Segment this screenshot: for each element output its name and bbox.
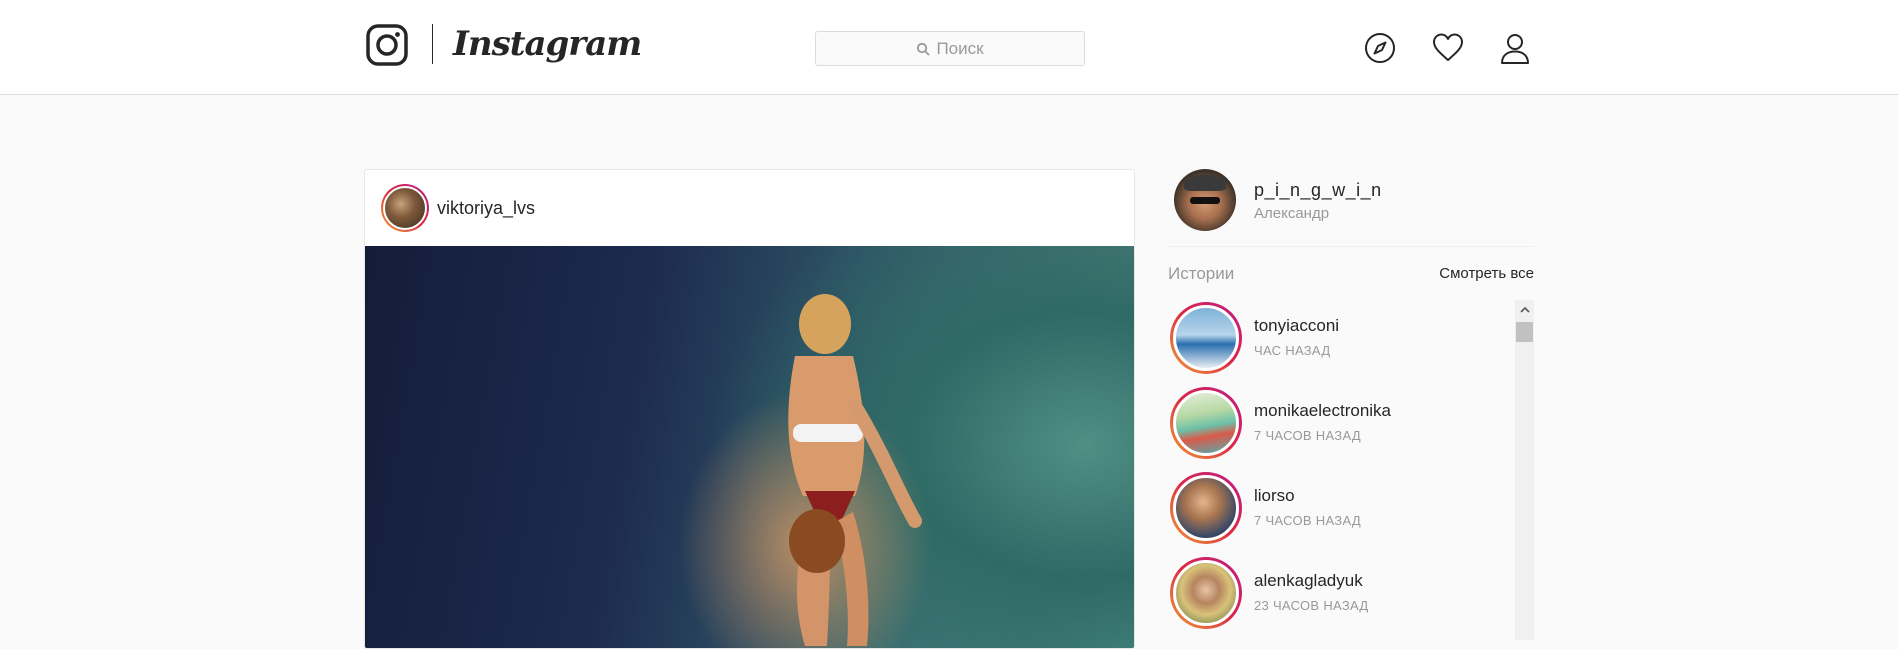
scrollbar-thumb[interactable] [1516,322,1533,342]
instagram-camera-icon[interactable] [366,24,408,66]
logo-divider [432,24,433,64]
current-user-full-name: Александр [1254,205,1330,222]
feed-post: viktoriya_lvs [364,169,1135,649]
sidebar-divider [1167,246,1534,247]
story-avatar-ring [1170,302,1242,374]
avatar [383,186,427,230]
story-time: ЧАС НАЗАД [1254,343,1331,358]
avatar [1173,390,1239,456]
story-time: 23 ЧАСОВ НАЗАД [1254,598,1369,613]
story-item[interactable]: alenkagladyuk 23 ЧАСОВ НАЗАД [1168,555,1514,639]
chevron-up-icon [1519,306,1530,313]
top-navigation-bar: Instagram Поиск [0,0,1898,95]
story-avatar-ring [1170,557,1242,629]
avatar [1173,305,1239,371]
post-header: viktoriya_lvs [365,170,1134,246]
current-user-avatar[interactable] [1174,169,1236,231]
story-username: tonyiacconi [1254,316,1340,335]
diver-illustration [788,294,922,646]
post-author-avatar[interactable] [381,184,429,232]
search-icon [917,42,930,55]
stories-heading: Истории [1168,264,1235,283]
see-all-stories-link[interactable]: Смотреть все [1439,265,1534,282]
search-input[interactable]: Поиск [815,31,1085,66]
search-placeholder: Поиск [936,38,984,58]
story-username: liorso [1254,486,1295,505]
story-username: alenkagladyuk [1254,571,1363,590]
story-item[interactable]: tonyiacconi ЧАС НАЗАД [1168,300,1514,384]
compass-icon[interactable] [1363,31,1397,65]
story-time: 7 ЧАСОВ НАЗАД [1254,428,1361,443]
avatar-hat [1184,175,1226,191]
post-author-username[interactable]: viktoriya_lvs [437,170,535,246]
stories-list: tonyiacconi ЧАС НАЗАД monikaelectronika … [1168,300,1514,640]
avatar [1173,475,1239,541]
avatar [1173,560,1239,626]
user-icon[interactable] [1498,31,1532,65]
story-avatar-ring [1170,387,1242,459]
instagram-wordmark[interactable]: Instagram [453,20,642,68]
story-avatar-ring [1170,472,1242,544]
avatar-glasses [1190,197,1220,204]
story-item[interactable]: liorso 7 ЧАСОВ НАЗАД [1168,470,1514,554]
post-photo[interactable] [365,246,1134,648]
story-item[interactable]: monikaelectronika 7 ЧАСОВ НАЗАД [1168,385,1514,469]
heart-icon[interactable] [1431,31,1465,65]
stories-scrollbar[interactable] [1515,300,1534,640]
story-time: 7 ЧАСОВ НАЗАД [1254,513,1361,528]
scroll-up-button[interactable] [1515,300,1534,320]
story-username: monikaelectronika [1254,401,1392,420]
current-user-username[interactable]: p_i_n_g_w_i_n [1254,180,1382,201]
